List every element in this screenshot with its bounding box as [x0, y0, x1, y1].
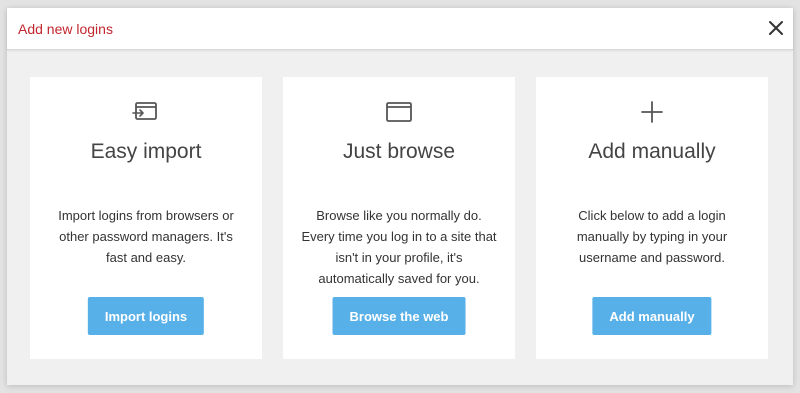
browser-window-icon	[384, 97, 414, 127]
card-add-manually: Add manually Click below to add a login …	[536, 77, 768, 359]
plus-icon	[637, 97, 667, 127]
card-easy-import: Easy import Import logins from browsers …	[30, 77, 262, 359]
dialog-title: Add new logins	[18, 21, 113, 37]
card-title: Just browse	[342, 140, 456, 163]
close-icon[interactable]	[765, 17, 787, 39]
card-just-browse: Just browse Browse like you normally do.…	[283, 77, 515, 359]
card-description: Import logins from browsers or other pas…	[58, 208, 234, 265]
options-row: Easy import Import logins from browsers …	[30, 77, 768, 359]
add-logins-dialog: Add new logins Easy import Import logins…	[7, 8, 793, 385]
import-logins-button[interactable]: Import logins	[87, 297, 205, 335]
import-icon	[131, 97, 161, 127]
add-manually-button[interactable]: Add manually	[592, 297, 712, 335]
card-title: Easy import	[90, 140, 202, 163]
card-description: Click below to add a login manually by t…	[576, 208, 728, 265]
card-title: Add manually	[588, 140, 716, 163]
dialog-header: Add new logins	[7, 8, 793, 50]
browse-the-web-button[interactable]: Browse the web	[332, 297, 466, 335]
card-description: Browse like you normally do. Every time …	[301, 208, 497, 286]
